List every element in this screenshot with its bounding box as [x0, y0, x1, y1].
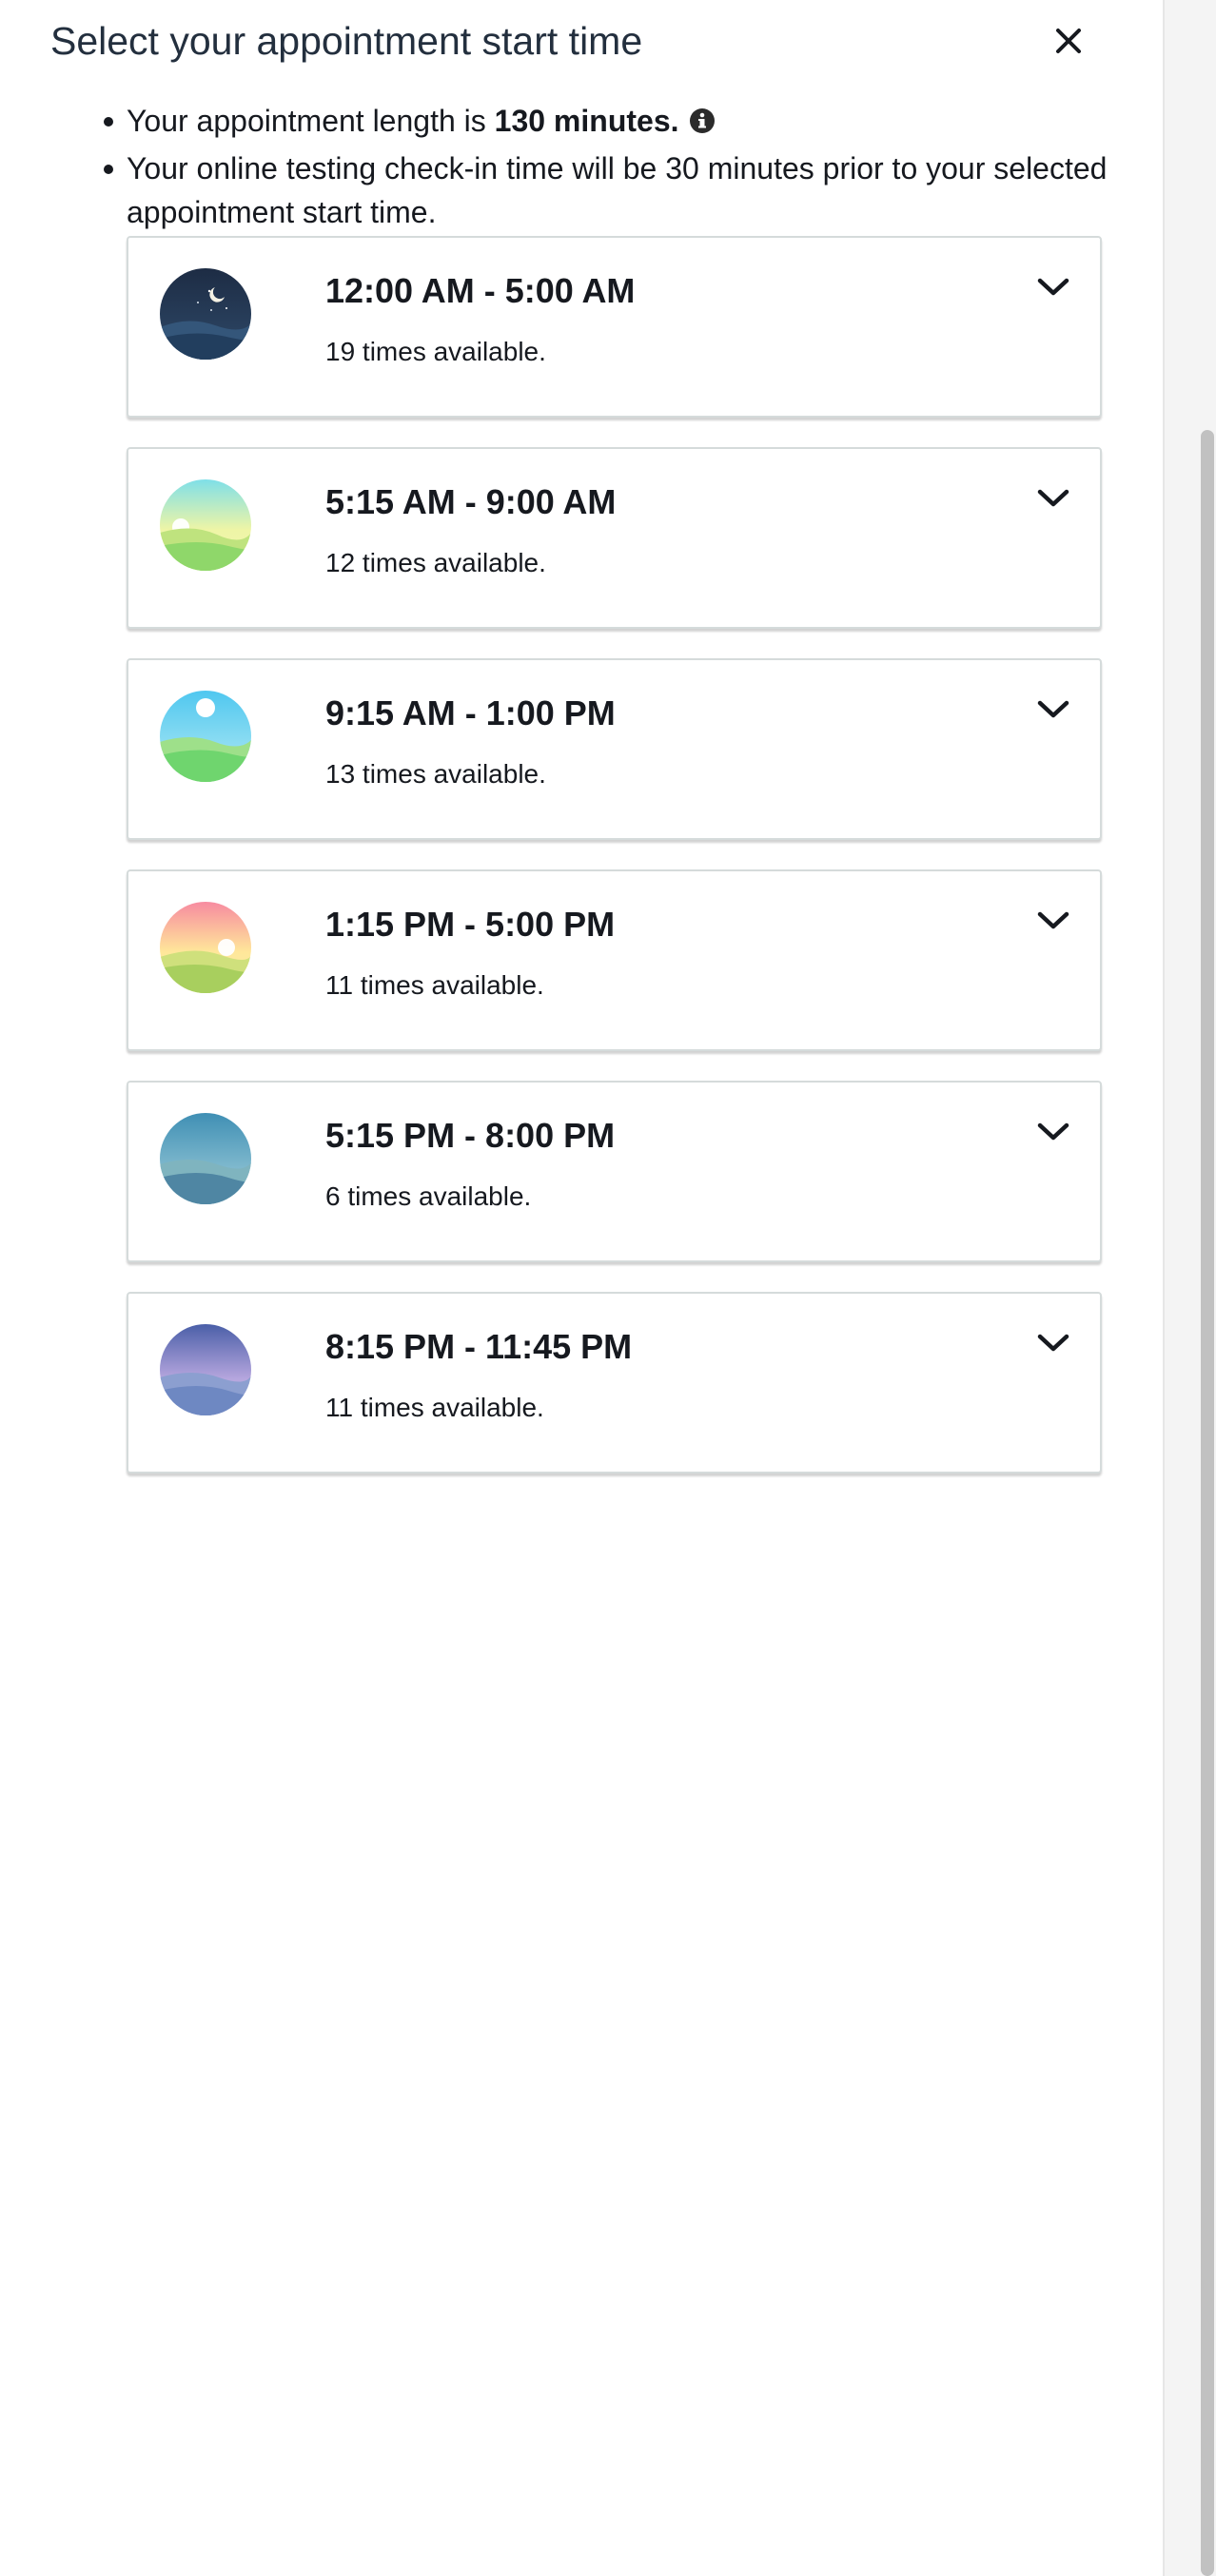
afternoon-sun-icon — [160, 902, 251, 993]
time-slot-availability: 11 times available. — [325, 970, 544, 1000]
time-slot-range: 5:15 PM - 8:00 PM — [325, 1116, 616, 1155]
time-slot-card[interactable]: 5:15 PM - 8:00 PM 6 times available. — [127, 1081, 1102, 1262]
night-moon-icon — [160, 268, 251, 360]
chevron-down-icon[interactable] — [1037, 698, 1069, 721]
time-slot-card[interactable]: 12:00 AM - 5:00 AM 19 times available. — [127, 236, 1102, 418]
time-slot-card[interactable]: 9:15 AM - 1:00 PM 13 times available. — [127, 658, 1102, 840]
time-slot-range: 1:15 PM - 5:00 PM — [325, 905, 616, 944]
close-icon — [1056, 29, 1081, 53]
time-slot-card[interactable]: 5:15 AM - 9:00 AM 12 times available. — [127, 447, 1102, 629]
time-slot-availability: 11 times available. — [325, 1393, 544, 1422]
appointment-length-value: 130 minutes. — [494, 104, 679, 138]
time-slot-availability: 13 times available. — [325, 759, 546, 789]
time-slot-range: 12:00 AM - 5:00 AM — [325, 271, 636, 310]
chevron-down-icon[interactable] — [1037, 1332, 1069, 1355]
close-button[interactable] — [1047, 19, 1090, 63]
modal-title: Select your appointment start time — [50, 19, 643, 63]
dusk-icon — [160, 1324, 251, 1415]
chevron-down-icon[interactable] — [1037, 276, 1069, 299]
time-slot-range: 5:15 AM - 9:00 AM — [325, 482, 617, 521]
time-slot-availability: 6 times available. — [325, 1181, 532, 1211]
time-slot-availability: 19 times available. — [325, 337, 546, 366]
checkin-info-item: Your online testing check-in time will b… — [104, 146, 1216, 234]
appointment-length-item: Your appointment length is 130 minutes. — [104, 99, 1216, 143]
info-icon[interactable] — [689, 102, 716, 133]
chevron-down-icon[interactable] — [1037, 909, 1069, 932]
chevron-down-icon[interactable] — [1037, 487, 1069, 510]
scrollbar-thumb[interactable] — [1201, 430, 1214, 2576]
appointment-length-label: Your appointment length is — [127, 104, 495, 138]
time-slot-card[interactable]: 1:15 PM - 5:00 PM 11 times available. — [127, 869, 1102, 1051]
appointment-info-list: Your appointment length is 130 minutes. … — [0, 99, 1216, 238]
evening-icon — [160, 1113, 251, 1204]
chevron-down-icon[interactable] — [1037, 1121, 1069, 1143]
modal-header: Select your appointment start time — [50, 13, 1097, 68]
time-slot-range: 9:15 AM - 1:00 PM — [325, 693, 616, 732]
time-slot-list: 12:00 AM - 5:00 AM 19 times available. 5… — [127, 236, 1102, 1503]
time-slot-availability: 12 times available. — [325, 548, 546, 577]
midday-sun-icon — [160, 691, 251, 782]
sunrise-icon — [160, 479, 251, 571]
appointment-time-modal: Select your appointment start time Your … — [0, 0, 1216, 2576]
time-slot-card[interactable]: 8:15 PM - 11:45 PM 11 times available. — [127, 1292, 1102, 1473]
time-slot-range: 8:15 PM - 11:45 PM — [325, 1327, 633, 1366]
